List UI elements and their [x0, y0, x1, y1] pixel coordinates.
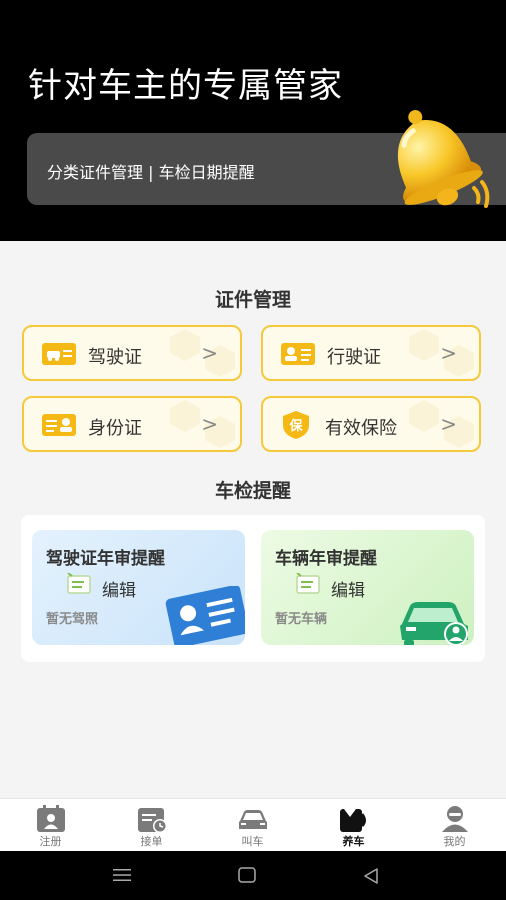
insurance-label: 有效保险 [325, 418, 397, 439]
driver-license-icon [42, 343, 76, 365]
tab-order[interactable]: 接单 [101, 799, 202, 852]
system-navigation-bar [0, 851, 506, 900]
reminder-panel: 驾驶证年审提醒 编辑 暂无驾照 车辆年审提醒 编辑 暂无车辆 [21, 515, 485, 662]
vehicle-license-label: 行驶证 [327, 347, 381, 368]
svg-text:保: 保 [288, 418, 303, 434]
car-illustration-icon [400, 602, 468, 645]
profile-icon [442, 806, 468, 832]
bottom-tab-bar: 注册 接单 叫车 养车 我的 [0, 798, 506, 852]
edit-icon [67, 573, 91, 594]
home-icon[interactable] [238, 867, 256, 883]
vehicle-edit-button[interactable]: 编辑 [331, 576, 365, 601]
order-icon [138, 808, 167, 833]
documents-section-title: 证件管理 [214, 289, 291, 311]
maintenance-icon [340, 809, 366, 832]
insurance-card[interactable]: 保 有效保险 > [261, 396, 481, 452]
vehicle-license-icon [281, 343, 315, 365]
license-card-illustration-icon [165, 586, 245, 645]
license-edit-button[interactable]: 编辑 [102, 576, 136, 601]
register-icon [37, 805, 65, 832]
tab-order-label: 接单 [140, 835, 163, 848]
id-card-label: 身份证 [88, 418, 142, 439]
hexagon-pattern [170, 400, 235, 448]
id-card-icon [42, 414, 76, 436]
reminders-section-title: 车检提醒 [214, 480, 291, 502]
vehicle-empty-text: 暂无车辆 [275, 612, 328, 627]
menu-icon[interactable] [112, 868, 132, 882]
hero-subtitle: 分类证件管理 | 车检日期提醒 [47, 163, 255, 182]
insurance-shield-icon: 保 [283, 411, 309, 439]
tab-register-label: 注册 [39, 835, 62, 848]
chevron-right-icon: > [440, 412, 457, 436]
vehicle-annual-review-title: 车辆年审提醒 [275, 549, 377, 569]
tab-profile-label: 我的 [443, 835, 466, 848]
tab-profile[interactable]: 我的 [404, 799, 505, 852]
tab-call-car[interactable]: 叫车 [202, 799, 303, 852]
tab-maintenance-label: 养车 [342, 835, 365, 848]
license-annual-review-title: 驾驶证年审提醒 [46, 549, 165, 569]
car-icon [239, 810, 267, 829]
chevron-right-icon: > [440, 341, 457, 365]
hexagon-pattern [170, 329, 235, 377]
chevron-right-icon: > [201, 412, 218, 436]
vehicle-license-card[interactable]: 行驶证 > [261, 325, 481, 381]
vehicle-annual-review-card[interactable]: 车辆年审提醒 编辑 暂无车辆 [261, 530, 474, 645]
chevron-right-icon: > [201, 341, 218, 365]
tab-call-car-label: 叫车 [241, 835, 264, 848]
license-annual-review-card[interactable]: 驾驶证年审提醒 编辑 暂无驾照 [32, 530, 245, 645]
hexagon-pattern [409, 400, 474, 448]
bell-icon [397, 110, 490, 208]
back-icon[interactable] [362, 867, 380, 885]
driver-license-label: 驾驶证 [88, 347, 142, 368]
hexagon-pattern [409, 329, 474, 377]
tab-register[interactable]: 注册 [0, 799, 101, 852]
edit-icon [296, 573, 320, 594]
tab-maintenance[interactable]: 养车 [303, 799, 404, 852]
license-empty-text: 暂无驾照 [46, 612, 99, 627]
hero-banner: 针对车主的专属管家 分类证件管理 | 车检日期提醒 [0, 0, 506, 241]
id-card-card[interactable]: 身份证 > [22, 396, 242, 452]
driver-license-card[interactable]: 驾驶证 > [22, 325, 242, 381]
hero-title: 针对车主的专属管家 [28, 66, 343, 106]
